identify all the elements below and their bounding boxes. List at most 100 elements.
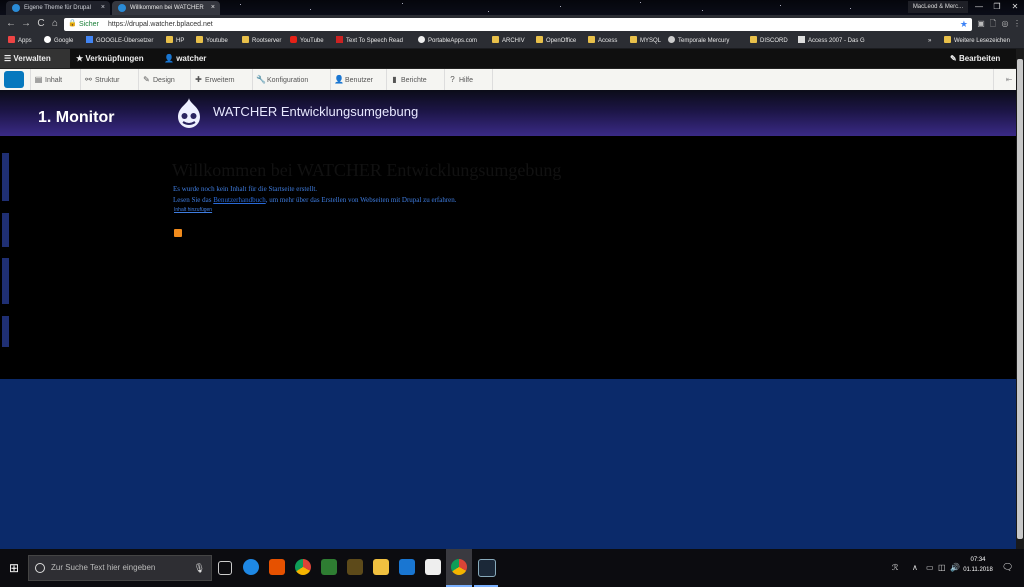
close-window-icon[interactable]: ✕ [1006,0,1024,14]
user-guide-link[interactable]: Benutzerhandbuch [213,196,265,204]
tray-item-content[interactable]: ▤ Inhalt [30,69,78,90]
scrollbar-thumb[interactable] [1017,59,1023,539]
chrome-canary-icon[interactable] [295,559,311,575]
tray-item-configuration[interactable]: 🔧Konfiguration [252,69,330,90]
main-content: Willkommen bei WATCHER Entwicklungsumgeb… [0,136,1016,379]
bookmark-discord[interactable]: DISCORD [750,34,788,48]
address-bar[interactable]: 🔒 Sicher https://drupal.watcher.bplaced.… [64,18,972,31]
people-icon: 👤 [334,75,344,84]
network-icon[interactable]: ◫ [938,549,946,587]
site-title[interactable]: 1. Monitor [38,109,114,127]
help-icon: ? [450,75,455,84]
maximize-icon[interactable]: ❐ [988,0,1006,14]
home-icon[interactable]: ⌂ [48,17,62,31]
tab-label: Eigene Theme für Drupal [24,5,91,11]
tray-item-structure[interactable]: ⚯ Struktur [80,69,136,90]
browser-tab-2[interactable]: Willkommen bei WATCHER × [112,1,220,15]
app-icon[interactable] [269,559,285,575]
bookmark-other[interactable]: Weitere Lesezeichen [944,34,1010,48]
extension-icon[interactable]: 🗋 [988,19,998,29]
rss-feed-icon[interactable] [174,229,182,237]
bookmark-mysql[interactable]: MYSQL [630,34,661,48]
mic-icon [668,36,675,43]
extension-icon[interactable]: ▣ [976,19,986,29]
toolbar-edit[interactable]: ✎ Bearbeiten [950,49,1000,68]
people-icon[interactable]: ℛ [892,549,898,587]
tray-item-people[interactable]: 👤Benutzer [330,69,388,90]
bookmark-portableapps[interactable]: PortableApps.com [418,34,477,48]
file-explorer-icon[interactable] [373,559,389,575]
folder-icon [492,36,499,43]
add-content-link[interactable]: Inhalt hinzufügen [174,207,212,213]
sidebar-tab[interactable] [2,213,9,247]
browser-tab-1[interactable]: Eigene Theme für Drupal × [6,1,110,15]
bookmarks-more-icon[interactable]: » [928,34,931,48]
notification-center-icon[interactable]: 🗨 [1002,561,1014,573]
bookmark-youtube[interactable]: YouTube [290,34,324,48]
tray-item-help[interactable]: ? Hilfe [444,69,493,90]
drupal-toolbar: ☰ Verwalten ★ Verknüpfungen 👤 watcher ✎ … [0,49,1024,69]
task-view-icon[interactable] [218,561,232,575]
reload-icon[interactable]: C [34,17,48,31]
tray-item-design[interactable]: ✎ Design [138,69,190,90]
microphone-icon[interactable]: 🎙 [194,556,205,580]
chevron-up-icon[interactable]: ∧ [912,549,918,587]
bookmark-apps[interactable]: Apps [8,34,32,48]
sidebar-tab[interactable] [2,316,9,347]
store-icon[interactable] [399,559,415,575]
taskbar-search-box[interactable]: Zur Suche Text hier eingeben 🎙 [28,555,212,581]
battery-icon[interactable]: ▭ [926,549,934,587]
url-text[interactable]: https://drupal.watcher.bplaced.net [108,18,213,31]
sidebar-tab[interactable] [2,258,9,304]
bookmark-star-icon[interactable]: ★ [960,18,968,31]
sidebar-tab[interactable] [2,153,9,201]
bookmark-archiv[interactable]: ARCHIV [492,34,525,48]
bookmark-google[interactable]: Google [44,34,73,48]
forward-icon[interactable]: → [19,17,33,31]
content-icon: ▤ [34,75,43,84]
empty-front-message: Es wurde noch kein Inhalt für die Starts… [173,185,318,193]
steam-icon [478,559,496,577]
druplicon-icon[interactable] [4,71,24,88]
tray-item-extend[interactable]: ✚ Erweitern [190,69,252,90]
app-icon[interactable] [321,559,337,575]
bookmark-hp[interactable]: HP [166,34,184,48]
bookmark-tts[interactable]: Text To Speech Read [336,34,403,48]
toolbar-manage[interactable]: ☰ Verwalten [0,49,70,68]
bookmark-access2007[interactable]: Access 2007 - Das G [798,34,865,48]
tab-close-icon[interactable]: × [211,1,215,15]
menu-icon[interactable]: ⋮ [1012,19,1022,29]
bookmark-youtube-folder[interactable]: Youtube [196,34,228,48]
page-scrollbar[interactable] [1016,49,1024,549]
windows-start-icon[interactable]: ⊞ [0,549,28,587]
bookmark-rootserver[interactable]: Rootserver [242,34,281,48]
bookmark-translate[interactable]: GOOGLE-Übersetzer [86,34,153,48]
profile-button[interactable]: MacLeod & Merc... [908,1,968,13]
extension-icon[interactable]: ◎ [1000,19,1010,29]
taskbar-clock[interactable]: 07:34 01.11.2018 [960,555,996,575]
bookmark-access[interactable]: Access [588,34,617,48]
taskbar-steam[interactable] [474,549,498,587]
taskbar-chrome-active[interactable] [446,549,472,587]
tab-close-icon[interactable]: × [101,1,105,15]
drupal-logo-icon[interactable] [172,96,206,130]
back-icon[interactable]: ← [4,17,18,31]
speaker-icon [336,36,343,43]
folder-icon [750,36,757,43]
toolbar-user[interactable]: 👤 watcher [164,49,206,68]
volume-icon[interactable]: 🔊 [950,549,960,587]
site-name[interactable]: WATCHER Entwicklungsumgebung [213,104,418,119]
edge-icon[interactable] [243,559,259,575]
folder-icon [588,36,595,43]
drupal-admin-tray: ▤ Inhalt ⚯ Struktur ✎ Design ✚ Erweitern 🔧Ko… [0,69,1024,91]
page-icon [798,36,805,43]
toolbar-shortcuts[interactable]: ★ Verknüpfungen [76,49,144,68]
search-placeholder[interactable]: Zur Suche Text hier eingeben [51,556,155,580]
bookmark-openoffice[interactable]: OpenOffice [536,34,576,48]
apps-grid-icon [8,36,15,43]
app-icon[interactable] [347,559,363,575]
mail-icon[interactable] [425,559,441,575]
tray-item-reports[interactable]: ▮ Berichte [386,69,444,90]
bookmark-mercury[interactable]: Temporale Mercury [668,34,729,48]
minimize-icon[interactable]: — [970,0,988,14]
